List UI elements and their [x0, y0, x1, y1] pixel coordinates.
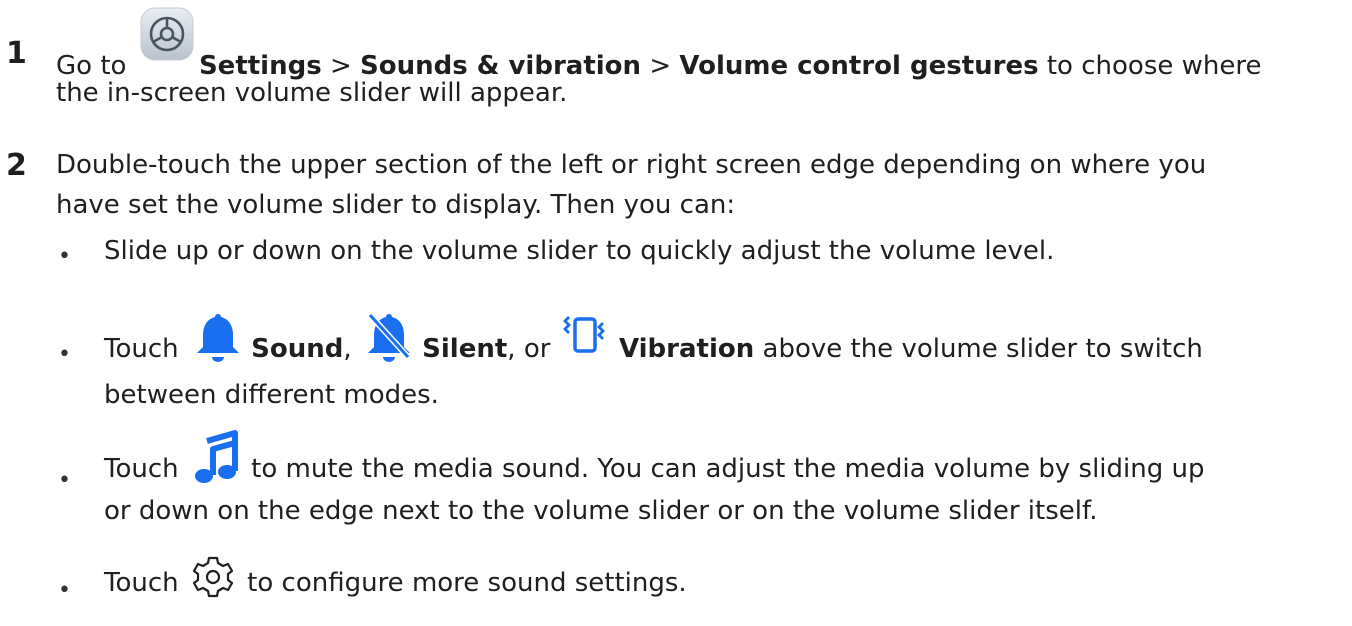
bullet-text: Slide up or down on the volume slider to… [104, 236, 1055, 266]
bullet-line: Touch to mute the media sound. You can a… [104, 430, 1205, 489]
bell-icon [187, 314, 243, 369]
bullet-marker: • [58, 468, 71, 493]
bullet-tail: to configure more sound settings. [247, 568, 687, 598]
step-line: the in-screen volume slider will appear. [56, 78, 568, 108]
volume-gestures-label: Volume control gestures [679, 51, 1039, 81]
bullet-line: Touch Sound, Silent, or Vibration above … [104, 312, 1203, 369]
music-note-icon [187, 430, 243, 489]
bullet-marker: • [58, 244, 71, 269]
separator: > [649, 51, 672, 81]
bullet-line: Touch to configure more sound settings. [104, 556, 687, 603]
bullet-line: or down on the edge next to the volume s… [104, 496, 1098, 526]
bullet-marker: • [58, 342, 71, 367]
step-number: 2 [6, 148, 27, 183]
step-line: Double-touch the upper section of the le… [56, 150, 1207, 180]
silent-label: Silent [422, 334, 508, 364]
instruction-page: 1 Go to Settings > Sounds & vibration > … [0, 0, 1352, 626]
step-text-tail: to choose where [1046, 51, 1262, 81]
vibration-label: Vibration [618, 334, 755, 364]
vibration-icon [559, 316, 611, 369]
touch-text: Touch [104, 454, 179, 484]
settings-app-icon [135, 7, 194, 78]
sound-label: Sound [251, 334, 344, 364]
bullet-marker: • [58, 578, 71, 603]
bullet-line: between different modes. [104, 380, 439, 410]
bell-off-icon [360, 312, 414, 369]
step-number: 1 [6, 36, 27, 71]
touch-text: Touch [104, 334, 179, 364]
or-text: , or [507, 334, 551, 364]
touch-text: Touch [104, 568, 179, 598]
step-line: have set the volume slider to display. T… [56, 190, 736, 220]
bullet-tail: to mute the media sound. You can adjust … [251, 454, 1205, 484]
comma: , [343, 334, 352, 364]
bullet-tail: above the volume slider to switch [762, 334, 1203, 364]
gear-icon [187, 556, 239, 603]
